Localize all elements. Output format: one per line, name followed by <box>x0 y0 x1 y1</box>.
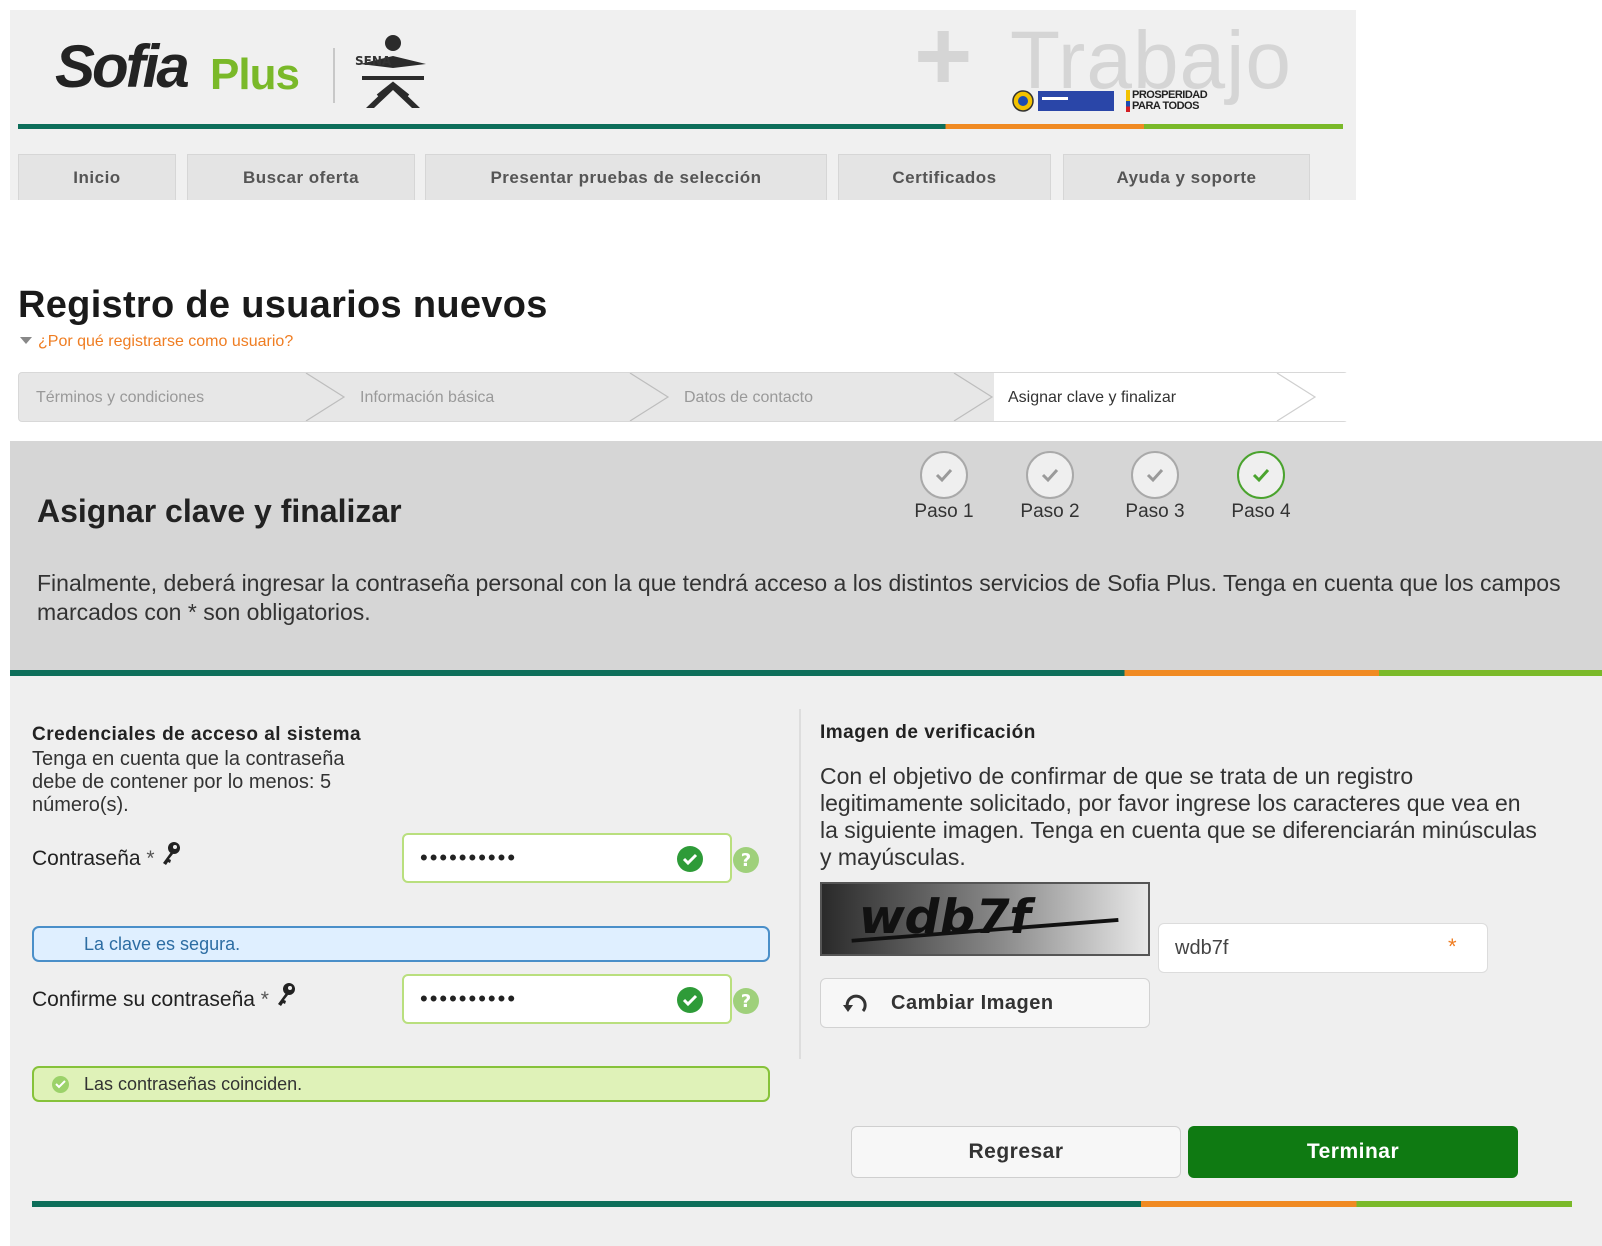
passwords-match-message: Las contraseñas coinciden. <box>32 1066 770 1102</box>
paso-4: Paso 4 <box>1216 451 1306 523</box>
valid-check-icon <box>677 987 703 1013</box>
site-header: Sofia Plus SENA + Trabajo PROSPERIDAD PA… <box>10 6 1356 200</box>
verification-title: Imagen de verificación <box>820 722 1036 743</box>
prosperidad-flag <box>1126 90 1130 112</box>
confirm-password-label: Confirme su contraseña * <box>32 982 297 1012</box>
column-divider <box>799 709 801 1059</box>
step-informacion-basica: Información básica <box>360 389 495 406</box>
finish-button[interactable]: Terminar <box>1188 1126 1518 1178</box>
password-secure-message: La clave es segura. <box>32 926 770 962</box>
paso-1: Paso 1 <box>899 451 989 523</box>
instructions-text: Finalmente, deberá ingresar la contraseñ… <box>37 570 1561 625</box>
why-register-link-text: ¿Por qué registrarse como usuario? <box>38 333 294 350</box>
confirm-help-icon[interactable]: ? <box>733 988 759 1014</box>
form-panel: Asignar clave y finalizar Paso 1 Paso 2 … <box>10 441 1602 1246</box>
step-terminos: Términos y condiciones <box>36 389 205 406</box>
required-mark: * <box>146 847 155 870</box>
page-title: Registro de usuarios nuevos <box>18 284 548 326</box>
required-mark: * <box>1448 934 1457 959</box>
check-icon <box>1026 451 1074 499</box>
back-button[interactable]: Regresar <box>851 1126 1181 1178</box>
password-label: Contraseña * <box>32 841 182 871</box>
bottom-color-line <box>32 1201 1572 1207</box>
nav-tab-buscar-oferta[interactable]: Buscar oferta <box>187 154 415 200</box>
passwords-match-text: Las contraseñas coinciden. <box>84 1074 303 1094</box>
sena-logo-icon <box>360 35 426 108</box>
registration-steps-bar: Términos y condiciones Información básic… <box>18 372 1349 422</box>
nav-tab-ayuda-soporte[interactable]: Ayuda y soporte <box>1063 154 1310 200</box>
captcha-input[interactable] <box>1158 923 1488 973</box>
nav-tab-pruebas-seleccion[interactable]: Presentar pruebas de selección <box>425 154 827 200</box>
mintrabajo-badge-icon <box>1012 90 1114 112</box>
paso-3: Paso 3 <box>1110 451 1200 523</box>
step-asignar-clave: Asignar clave y finalizar <box>1008 389 1177 406</box>
password-help-icon[interactable]: ? <box>733 847 759 873</box>
sena-logo-text: SENA <box>355 54 392 68</box>
required-mark: * <box>260 988 269 1011</box>
section-title: Asignar clave y finalizar <box>37 493 402 529</box>
paso-label: Paso 3 <box>1125 501 1185 522</box>
verification-text: Con el objetivo de confirmar de que se t… <box>820 763 1537 870</box>
trabajo-plus-sign: + <box>914 0 973 112</box>
password-requirement-note: Tenga en cuenta que la contraseña debe d… <box>32 748 345 816</box>
prosperidad-logo: PROSPERIDAD PARA TODOS <box>1132 89 1208 112</box>
logo-divider <box>333 48 335 103</box>
nav-tab-certificados[interactable]: Certificados <box>838 154 1051 200</box>
caret-down-icon <box>20 337 32 344</box>
captcha-image: wdb7f <box>820 882 1150 956</box>
change-image-button[interactable]: Cambiar Imagen <box>820 978 1150 1028</box>
match-check-icon <box>52 1076 69 1093</box>
why-register-link[interactable]: ¿Por qué registrarse como usuario? <box>20 333 293 351</box>
change-image-label: Cambiar Imagen <box>891 991 1054 1014</box>
panel-color-line <box>10 670 1602 676</box>
check-icon <box>920 451 968 499</box>
key-icon <box>163 842 181 865</box>
paso-2: Paso 2 <box>1005 451 1095 523</box>
check-icon <box>1131 451 1179 499</box>
panel-header: Asignar clave y finalizar Paso 1 Paso 2 … <box>10 441 1602 673</box>
plus-logo-text: Plus <box>210 50 300 99</box>
header-color-line <box>18 124 1343 129</box>
paso-label: Paso 1 <box>914 501 974 522</box>
sofia-logo-text: Sofia <box>55 33 190 100</box>
step-datos-contacto: Datos de contacto <box>684 389 813 406</box>
refresh-icon <box>843 994 867 1012</box>
valid-check-icon <box>677 846 703 872</box>
paso-label: Paso 2 <box>1020 501 1080 522</box>
credentials-title: Credenciales de acceso al sistema <box>32 724 362 745</box>
check-icon <box>1237 451 1285 499</box>
key-icon <box>277 983 295 1006</box>
paso-label: Paso 4 <box>1231 501 1291 522</box>
nav-tab-inicio[interactable]: Inicio <box>18 154 176 200</box>
